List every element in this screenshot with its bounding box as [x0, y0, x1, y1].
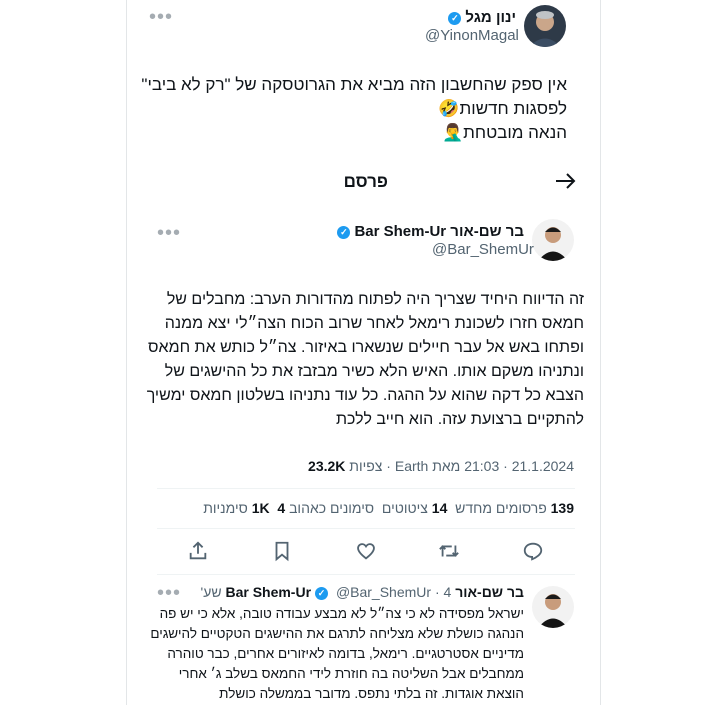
views-label: צפיות: [349, 458, 383, 474]
frame-border-right: [600, 0, 601, 705]
quoted-text: אין ספק שהחשבון הזה מביא את הגרוטסקה של …: [141, 73, 567, 145]
more-icon[interactable]: •••: [157, 223, 181, 243]
tweet-time[interactable]: 21:03: [464, 458, 499, 474]
verified-icon: ✓: [448, 11, 462, 25]
reply-icon[interactable]: [522, 540, 544, 567]
text-line: ממחבלים אבל השליטה בה חוזרת לידי החמאס ב…: [178, 666, 524, 681]
divider: [157, 574, 575, 575]
stat-count: 139: [550, 500, 574, 516]
avatar[interactable]: [524, 5, 566, 47]
divider: [157, 488, 575, 489]
author-handle[interactable]: @YinonMagal: [425, 27, 519, 44]
stat-label: סימונים כאהוב: [289, 500, 375, 516]
author-handle[interactable]: @Bar_ShemUr: [432, 241, 534, 258]
text-line: הצבא כל דקה שהוא על ההגה. כל עוד נתניהו …: [146, 387, 584, 404]
page-title: פרסם: [343, 172, 388, 191]
author-name[interactable]: בר שם-אור Bar Shem-Ur✓: [333, 223, 524, 240]
divider: [157, 528, 575, 529]
tweet-source: מאת Earth: [394, 458, 461, 474]
author-name-text: ינון מגל: [465, 9, 516, 26]
stat-count: 14: [431, 500, 448, 516]
stat-bookmarks[interactable]: 4 סימניות: [203, 500, 285, 516]
stat-likes[interactable]: סימונים כאהוב 1K: [252, 500, 374, 516]
retweet-icon[interactable]: [438, 540, 460, 567]
share-icon[interactable]: [187, 540, 209, 567]
verified-icon: ✓: [337, 225, 351, 239]
text-line: אין ספק שהחשבון הזה מביא את הגרוטסקה של …: [141, 75, 567, 94]
avatar[interactable]: [532, 586, 574, 628]
bookmark-icon[interactable]: [271, 540, 293, 567]
stat-label: פרסומים מחדש: [455, 500, 547, 516]
tweet-meta: 21.1.2024 · 21:03 מאת Earth · צפיות 23.2…: [308, 458, 574, 474]
stat-retweets[interactable]: 139 פרסומים מחדש: [455, 500, 574, 516]
stat-label: ציטוטים: [381, 500, 428, 516]
verified-icon: ✓: [315, 586, 329, 600]
views-count: 23.2K: [308, 458, 346, 474]
stat-label: סימניות: [203, 500, 248, 516]
stat-quotes[interactable]: 14 ציטוטים: [382, 500, 448, 516]
text-line: ישראל מפסידה לא כי צה״ל לא מבצע עבודה טו…: [159, 606, 524, 621]
reply-text: ישראל מפסידה לא כי צה״ל לא מבצע עבודה טו…: [150, 604, 524, 704]
text-line: הנהגה כושלת שלא מצליחה לתרגם את ההישגים …: [150, 626, 524, 641]
avatar[interactable]: [532, 219, 574, 261]
tweet-date[interactable]: 21.1.2024: [512, 458, 574, 474]
engagement-stats: 139 פרסומים מחדש 14 ציטוטים סימונים כאהו…: [203, 500, 574, 516]
text-line: לפסגות חדשות🤣: [438, 99, 567, 118]
tweet-text: זה הדיווח היחיד שצריך היה לפתוח מהדורות …: [147, 288, 584, 432]
text-line: זה הדיווח היחיד שצריך היה לפתוח מהדורות …: [166, 291, 584, 308]
author-name-text: בר שם-אור Bar Shem-Ur: [354, 223, 524, 240]
text-line: ונתניהו משקם אותו. האיש הלא כשיר מבזבז א…: [164, 363, 584, 380]
reply-header: בר שם-אור Bar Shem-Ur✓ @Bar_ShemUr · 4 ש…: [200, 584, 524, 600]
more-icon[interactable]: •••: [157, 583, 181, 603]
author-handle[interactable]: @Bar_ShemUr: [336, 584, 431, 600]
more-icon[interactable]: •••: [149, 7, 173, 27]
text-line: הוצאת אוגדות. זה בלתי נתפס. מדובר בממשלה…: [219, 686, 524, 701]
text-line: מדיניים אסטרטגיים. רימאל, בדומה לאיזורים…: [167, 646, 524, 661]
text-line: ופתחו באש אל עבר חיילים שנשארו באיזור. צ…: [148, 339, 584, 356]
stat-count: 1K: [251, 500, 270, 516]
text-line: חמאס חזרו לשכונת רימאל לאחר שרוב הכוח הצ…: [164, 315, 584, 332]
frame-border-left: [126, 0, 127, 705]
text-line: להתקיים ברצועת עזה. הוא חייב ללכת: [335, 411, 584, 428]
text-line: הנאה מובטחת🤦‍♂️: [441, 123, 567, 142]
like-icon[interactable]: [355, 540, 377, 567]
author-name[interactable]: ינון מגל✓: [444, 9, 516, 26]
stat-count: 4: [277, 500, 286, 516]
back-arrow-icon[interactable]: [553, 169, 577, 198]
